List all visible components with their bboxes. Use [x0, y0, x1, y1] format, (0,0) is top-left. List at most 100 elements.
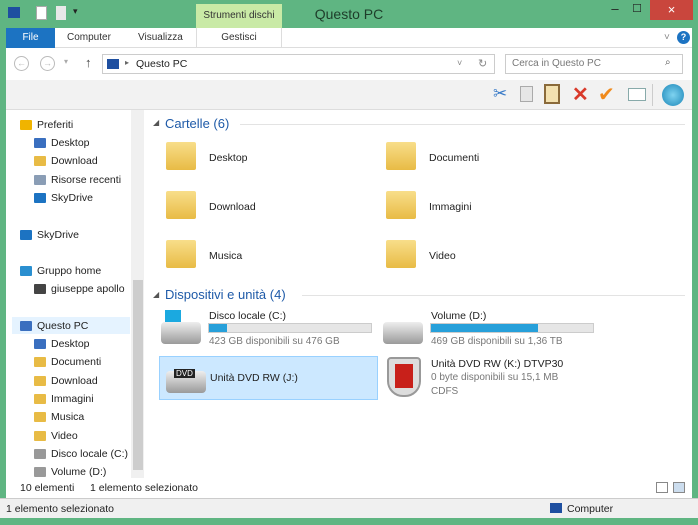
tab-computer[interactable]: Computer	[67, 28, 111, 48]
sidebar-item-icon	[34, 375, 46, 386]
sidebar-item-icon	[34, 411, 46, 422]
drive-space: 469 GB disponibili su 1,36 TB	[431, 336, 563, 347]
main-area: Preferiti Desktop Download Risorse recenti S…	[6, 110, 692, 478]
sidebar-scrollbar-thumb[interactable]	[133, 280, 143, 470]
collapse-icon[interactable]: ◢	[153, 290, 159, 299]
folder-item[interactable]: Video	[384, 236, 584, 276]
large-icons-view-icon[interactable]	[673, 482, 685, 493]
sidebar-item[interactable]: Desktop	[34, 134, 90, 151]
sidebar-item[interactable]: Immagini	[34, 390, 94, 407]
recent-locations-icon[interactable]: ▾	[64, 57, 68, 66]
check-icon[interactable]: ✔	[598, 82, 615, 107]
sidebar-item-label: Risorse recenti	[51, 173, 122, 186]
copy-icon[interactable]	[520, 86, 533, 102]
search-icon[interactable]: ⌕	[665, 57, 671, 68]
divider	[652, 84, 653, 106]
sidebar-item[interactable]: giuseppe apollo	[34, 280, 125, 297]
address-dropdown-icon[interactable]: ˅	[457, 58, 462, 68]
sidebar-item[interactable]: SkyDrive	[20, 226, 79, 243]
folder-item[interactable]: Desktop	[164, 138, 364, 178]
folder-item[interactable]: Documenti	[384, 138, 584, 178]
drive-usage-fill	[431, 324, 538, 332]
sidebar-item[interactable]: Preferiti	[20, 116, 73, 133]
sidebar-item[interactable]: Video	[34, 427, 78, 444]
ribbon-tabs: File Computer Visualizza Gestisci ˅ ?	[6, 28, 692, 48]
sidebar-item-icon	[34, 155, 46, 166]
sidebar-item-icon	[34, 466, 46, 477]
sidebar-item-icon	[34, 137, 46, 148]
folder-item[interactable]: Musica	[164, 236, 364, 276]
title-bar: ▾ Strumenti dischi Questo PC – ☐ ×	[0, 0, 698, 28]
folder-name: Musica	[209, 250, 243, 262]
sidebar-item[interactable]: Download	[34, 372, 98, 389]
divider	[302, 295, 685, 296]
refresh-icon[interactable]: ↻	[478, 57, 487, 70]
address-row: ← → ▾ ↑ ▸ Questo PC ˅ ↻ Cerca in Questo …	[6, 48, 692, 80]
item-count: 10 elementi	[20, 482, 75, 494]
section-header-dispositivi[interactable]: Dispositivi e unità (4)	[165, 287, 286, 302]
card-icon[interactable]	[628, 88, 646, 101]
sidebar-item-icon	[34, 430, 46, 441]
details-view-icon[interactable]	[656, 482, 668, 493]
drive-filesystem: CDFS	[431, 386, 459, 397]
drive-name: Unità DVD RW (K:) DTVP30	[431, 358, 564, 370]
sidebar-item-label: SkyDrive	[37, 228, 80, 241]
kingston-drive-icon	[387, 357, 421, 397]
drive-c[interactable]: Disco locale (C:) 423 GB disponibili su …	[159, 310, 374, 350]
drive-dvd-j[interactable]: DVD Unità DVD RW (J:)	[159, 356, 378, 400]
search-input[interactable]: Cerca in Questo PC	[505, 54, 683, 74]
sidebar-item-label: Musica	[51, 410, 85, 423]
sidebar-item[interactable]: Desktop	[34, 335, 90, 352]
help-icon[interactable]: ?	[677, 31, 690, 44]
hard-drive-icon	[161, 322, 201, 344]
sidebar-item-label: Volume (D:)	[51, 465, 107, 478]
address-bar[interactable]: ▸ Questo PC ˅ ↻	[102, 54, 495, 74]
sidebar-item[interactable]: Musica	[34, 408, 84, 425]
drive-space: 0 byte disponibili su 15,1 MB	[431, 372, 559, 383]
forward-button[interactable]: →	[40, 56, 55, 71]
sidebar-item[interactable]: Disco locale (C:)	[34, 445, 128, 462]
collapse-icon[interactable]: ◢	[153, 118, 159, 127]
drive-d[interactable]: Volume (D:) 469 GB disponibili su 1,36 T…	[381, 310, 596, 350]
close-button[interactable]: ×	[650, 0, 693, 20]
sidebar-item-label: Video	[51, 429, 78, 442]
scissors-icon[interactable]: ✂	[493, 84, 507, 104]
globe-icon[interactable]	[662, 84, 684, 106]
paste-icon[interactable]	[544, 84, 560, 104]
expand-ribbon-icon[interactable]: ˅	[664, 28, 670, 48]
minimize-button[interactable]: –	[605, 0, 625, 20]
sidebar-item[interactable]: Risorse recenti	[34, 171, 121, 188]
divider	[240, 124, 685, 125]
sidebar-item-label: Download	[51, 374, 98, 387]
sidebar-item[interactable]: SkyDrive	[34, 189, 93, 206]
maximize-button[interactable]: ☐	[627, 0, 647, 20]
sidebar-item[interactable]: Documenti	[34, 353, 101, 370]
hard-drive-icon	[383, 322, 423, 344]
breadcrumb-chevron-icon: ▸	[125, 58, 130, 67]
sidebar-item-icon	[34, 356, 46, 367]
zone-label: Computer	[567, 503, 614, 515]
breadcrumb-questo-pc[interactable]: Questo PC	[136, 58, 187, 70]
outer-status-text: 1 elemento selezionato	[6, 503, 114, 515]
selection-count: 1 elemento selezionato	[90, 482, 198, 494]
folder-item[interactable]: Download	[164, 187, 364, 227]
tab-file[interactable]: File	[6, 28, 55, 48]
section-header-cartelle[interactable]: Cartelle (6)	[165, 116, 229, 131]
sidebar-item[interactable]: Gruppo home	[20, 262, 101, 279]
sidebar-item-label: Gruppo home	[37, 264, 102, 277]
sidebar-item-icon	[34, 338, 46, 349]
sidebar-item-label: Desktop	[51, 337, 90, 350]
up-button[interactable]: ↑	[85, 55, 92, 70]
folder-item[interactable]: Immagini	[384, 187, 584, 227]
folder-icon	[166, 142, 196, 170]
back-button[interactable]: ←	[14, 56, 29, 71]
delete-icon[interactable]: ✕	[572, 82, 589, 107]
sidebar-item[interactable]: Download	[34, 152, 98, 169]
sidebar-item-icon	[34, 393, 46, 404]
status-bar: 10 elementi 1 elemento selezionato	[6, 478, 692, 498]
drive-k[interactable]: Unità DVD RW (K:) DTVP30 0 byte disponib…	[381, 356, 596, 400]
folder-icon	[166, 191, 196, 219]
tab-gestisci[interactable]: Gestisci	[196, 28, 282, 48]
sidebar-item[interactable]: Questo PC	[12, 317, 130, 334]
tab-visualizza[interactable]: Visualizza	[138, 28, 183, 48]
